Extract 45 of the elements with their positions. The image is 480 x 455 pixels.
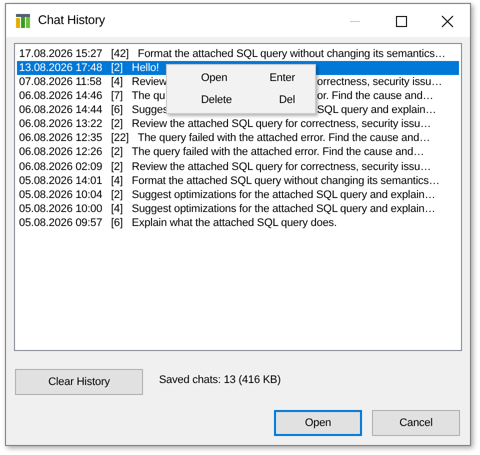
message-count: [7] — [111, 89, 123, 104]
chat-message: SQL query and explain… — [317, 103, 436, 118]
chat-message: The query failed with the attached error. Find the cause and… — [138, 131, 430, 146]
message-count: [2] — [111, 188, 123, 203]
chat-date: 17.08.2026 15:27 — [19, 46, 104, 62]
window-title: Chat History — [38, 12, 105, 30]
message-count: [6] — [111, 103, 123, 118]
chat-date: 06.08.2026 02:09 — [19, 160, 104, 175]
chat-message: Review the attached SQL query for correctness, security issu… — [132, 117, 431, 132]
chat-message: Review — [132, 74, 167, 90]
shortcut-label: Del — [278, 92, 295, 108]
chat-date: 06.08.2026 14:46 — [19, 89, 104, 104]
chat-message: Format the attached SQL query without changing its semantics… — [132, 174, 440, 189]
chat-date: 05.08.2026 14:01 — [19, 174, 104, 189]
chat-date: 07.08.2026 11:58 — [19, 74, 102, 90]
chat-message: Suggest optimizations for the attached SQL query and explain… — [132, 188, 436, 203]
chat-date: 05.08.2026 09:57 — [19, 216, 104, 231]
message-count: [6] — [111, 216, 123, 231]
chat-date: 06.08.2026 12:35 — [19, 131, 104, 146]
message-count: [4] — [111, 74, 123, 90]
chat-message: The qu — [132, 89, 166, 104]
message-count: [2] — [111, 145, 123, 160]
status-text: Saved chats: 13 (416 KB) — [159, 373, 281, 388]
chat-message: Format the attached SQL query without changing its semantics… — [138, 46, 446, 62]
shortcut-label: Enter — [269, 70, 295, 86]
chat-date: 05.08.2026 10:00 — [19, 202, 104, 217]
message-count: [4] — [111, 174, 123, 189]
chat-message: The query failed with the attached error. Find the cause and… — [132, 145, 424, 160]
chat-message: Review the attached SQL query for correctness, security issu… — [132, 160, 431, 175]
chat-message: or. Find the cause and… — [317, 89, 434, 104]
chat-date: 06.08.2026 13:22 — [19, 117, 104, 132]
message-count: [2] — [111, 60, 123, 76]
chat-date: 06.08.2026 14:44 — [19, 103, 104, 118]
chat-date: 05.08.2026 10:04 — [19, 188, 104, 203]
message-count: [22] — [111, 131, 129, 146]
chat-date: 06.08.2026 12:26 — [19, 145, 104, 160]
chat-message: Suggest optimizations for the attached SQL query and explain… — [132, 202, 436, 217]
chat-message: Explain what the attached SQL query does. — [132, 216, 337, 231]
chat-message: Hello! — [132, 60, 160, 76]
chat-message: orrectness, security issu… — [317, 74, 442, 90]
message-count: [2] — [111, 117, 123, 132]
message-count: [4] — [111, 202, 123, 217]
chat-date: 13.08.2026 17:48 — [19, 60, 104, 76]
message-count: [42] — [111, 46, 129, 62]
message-count: [2] — [111, 160, 123, 175]
